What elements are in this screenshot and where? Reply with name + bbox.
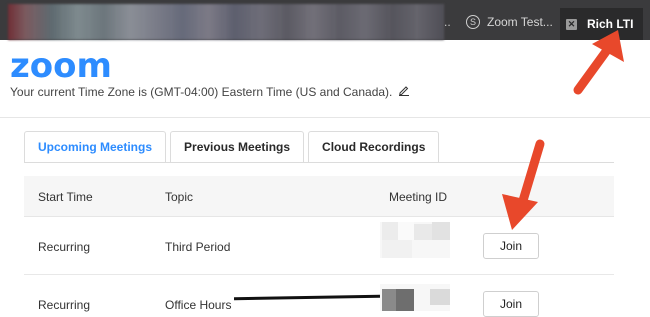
header-topic: Topic — [165, 190, 194, 204]
join-button[interactable]: Join — [483, 291, 539, 317]
header-divider — [0, 117, 650, 118]
timezone-text: Your current Time Zone is (GMT-04:00) Ea… — [10, 84, 393, 99]
tab-overflow-dots: .. — [444, 15, 451, 29]
row2-topic: Office Hours — [165, 298, 232, 312]
tab-label: Zoom Test... — [487, 15, 553, 29]
pencil-icon[interactable] — [398, 84, 410, 99]
blurred-tabs — [8, 4, 444, 40]
tab-previous-meetings[interactable]: Previous Meetings — [170, 131, 305, 163]
header-meeting-id: Meeting ID — [389, 190, 448, 204]
annotation-strike-line — [233, 294, 381, 301]
annotation-arrow-up-icon — [573, 30, 624, 95]
header-start-time: Start Time — [38, 190, 93, 204]
s-circle-icon: S — [466, 15, 480, 29]
tab-upcoming-meetings[interactable]: Upcoming Meetings — [24, 131, 167, 163]
tab-zoom-test[interactable]: S Zoom Test... — [466, 8, 553, 36]
browser-tab-bar: .. S Zoom Test... ✕ Rich LTI — [0, 0, 650, 40]
row2-start-time: Recurring — [38, 298, 91, 312]
annotation-arrow-down-icon — [502, 139, 545, 230]
join-button[interactable]: Join — [483, 233, 539, 259]
meeting-tabs: Upcoming Meetings Previous Meetings Clou… — [24, 131, 443, 163]
zoom-logo: zoom — [10, 46, 112, 86]
row1-start-time: Recurring — [38, 240, 91, 254]
timezone-info: Your current Time Zone is (GMT-04:00) Ea… — [10, 84, 410, 99]
row1-topic: Third Period — [165, 240, 231, 254]
tab-cloud-recordings[interactable]: Cloud Recordings — [308, 131, 440, 163]
row-divider — [24, 274, 614, 275]
